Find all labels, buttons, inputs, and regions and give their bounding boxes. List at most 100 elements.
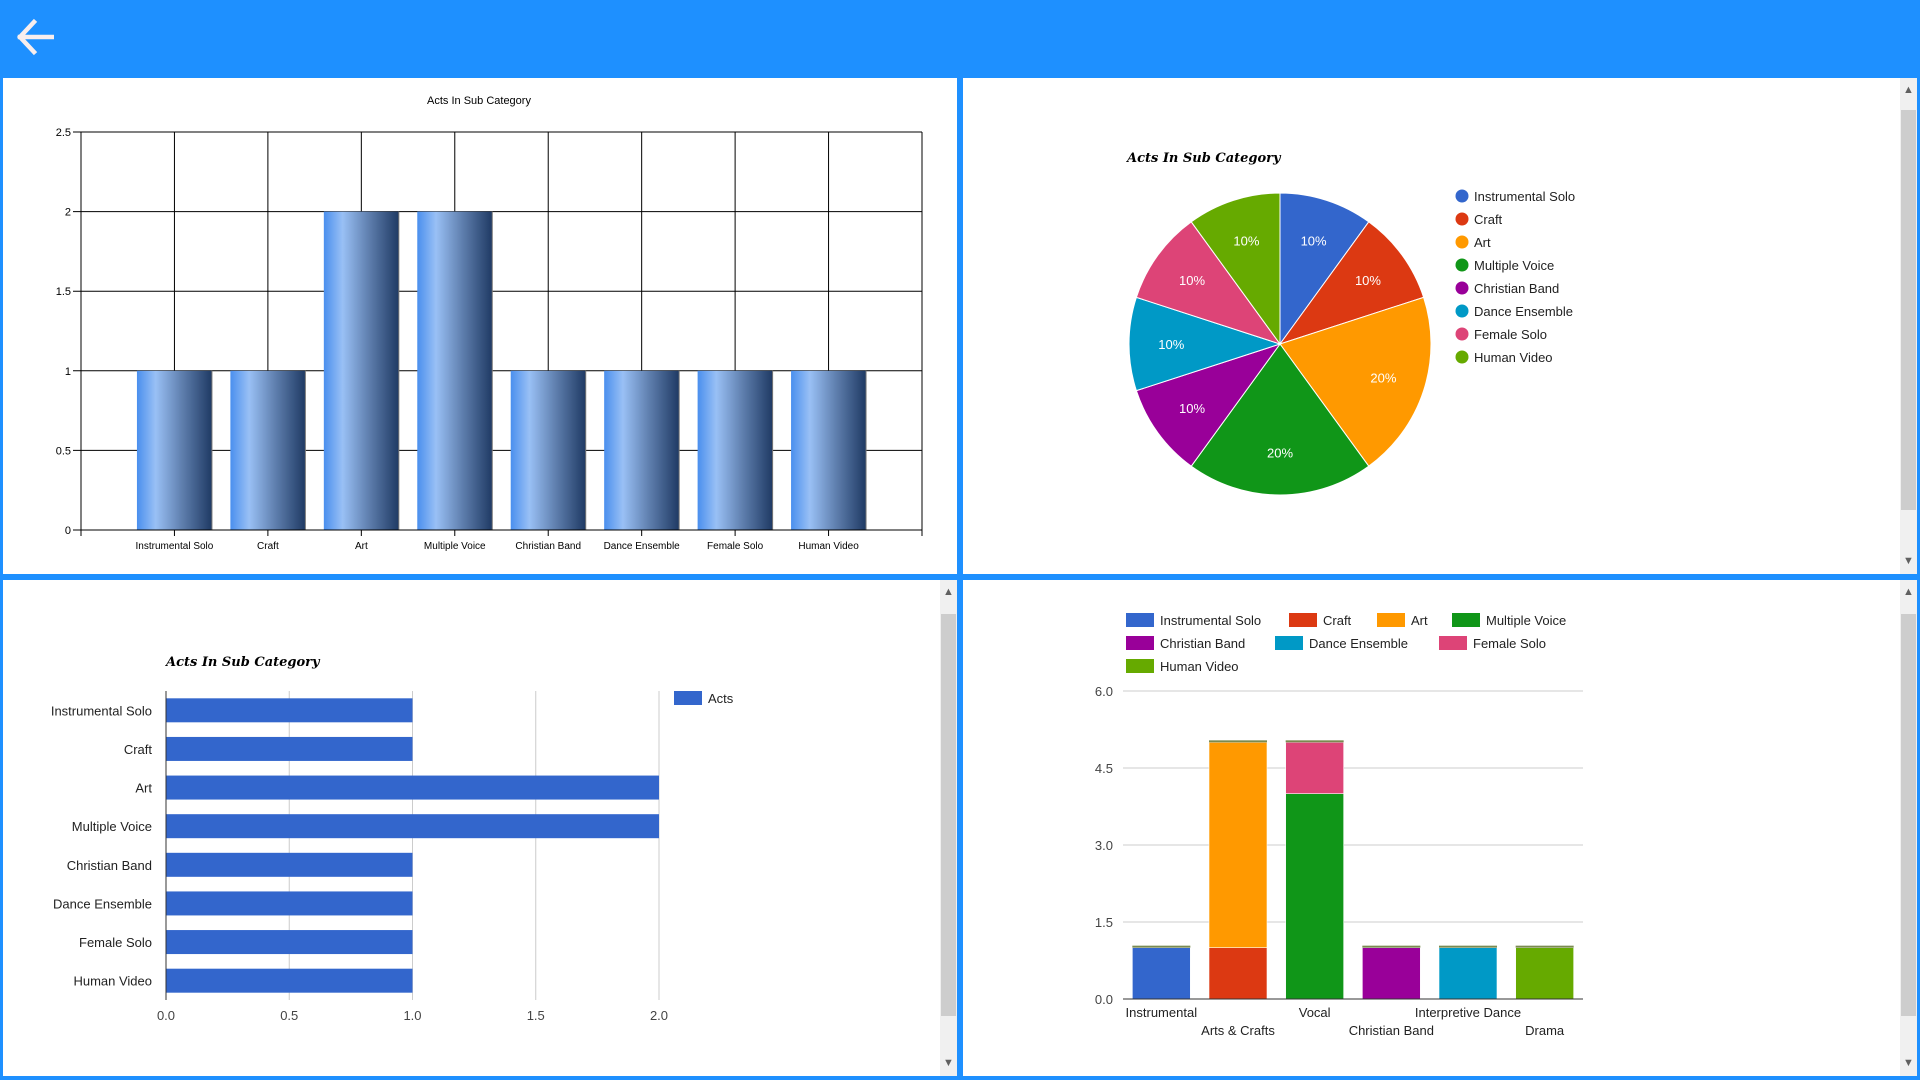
slice-label: 20%	[1370, 371, 1396, 386]
bar	[166, 814, 659, 839]
legend-label: Instrumental Solo	[1160, 613, 1261, 628]
x-tick-label: Christian Band	[515, 541, 581, 552]
bar	[791, 370, 867, 530]
scrollbar-thumb[interactable]	[1901, 110, 1916, 510]
legend-swatch	[674, 691, 702, 705]
bar-segment	[1438, 947, 1498, 1000]
bar-segment	[1208, 742, 1268, 948]
legend-swatch	[1377, 613, 1405, 627]
horizontal-bar-chart: Acts In Sub Category 0.0 0.5 1.0 1.5 2.0 Inst…	[51, 655, 734, 1023]
bar	[166, 698, 413, 723]
x-tick-label: 0.0	[157, 1008, 175, 1023]
slice-label: 10%	[1179, 401, 1205, 416]
x-tick-label: Human Video	[798, 541, 859, 552]
legend-label: Art	[1411, 613, 1428, 628]
y-tick-label: 3.0	[1095, 838, 1113, 853]
legend-label: Human Video	[1160, 659, 1239, 674]
y-tick-label: Dance Ensemble	[53, 896, 152, 911]
slice-label: 10%	[1355, 273, 1381, 288]
legend-marker	[1455, 350, 1469, 364]
legend-label: Instrumental Solo	[1474, 189, 1575, 204]
arrow-left-icon	[16, 18, 55, 56]
bar-cap	[1285, 740, 1344, 743]
slice-label: 10%	[1179, 273, 1205, 288]
bar-segment	[1208, 947, 1268, 1000]
x-tick-label: Female Solo	[707, 541, 764, 552]
legend-label: Christian Band	[1474, 281, 1559, 296]
back-button[interactable]	[14, 18, 55, 56]
y-tick-label: 0.5	[56, 445, 71, 457]
column-chart-panel: Acts In Sub Category 0 0.5 1 1.5 2 2.5 Instrum…	[3, 78, 957, 574]
scroll-down-icon[interactable]: ▼	[1900, 553, 1917, 570]
legend-swatch	[1126, 613, 1154, 627]
bar	[604, 370, 680, 530]
y-tick-label: Craft	[124, 742, 153, 757]
x-tick-label: Instrumental	[1126, 1005, 1198, 1020]
slice-label: 10%	[1301, 234, 1327, 249]
scrollbar-thumb[interactable]	[941, 614, 956, 1016]
x-tick-label: Dance Ensemble	[604, 541, 681, 552]
bar	[166, 930, 413, 955]
pie-chart: Acts In Sub Category 10% 10% 20% 20% 10% 10% 1…	[1125, 151, 1575, 496]
legend-swatch	[1289, 613, 1317, 627]
stacked-column-chart: Instrumental Solo Craft Art Multiple Voice C…	[1095, 613, 1583, 1038]
bar	[166, 736, 413, 761]
y-tick-label: Art	[135, 781, 152, 796]
x-tick-label: Art	[355, 541, 368, 552]
legend-marker	[1455, 235, 1469, 249]
y-tick-label: 2	[65, 207, 71, 219]
legend-swatch	[1275, 636, 1303, 650]
scroll-down-icon[interactable]: ▼	[1900, 1055, 1917, 1072]
scrollbar[interactable]: ▲ ▼	[940, 580, 957, 1076]
y-tick-label: 6.0	[1095, 684, 1113, 699]
legend-swatch	[1126, 636, 1154, 650]
bar	[417, 211, 493, 530]
legend-label: Art	[1474, 235, 1491, 250]
scrollbar[interactable]: ▲ ▼	[1900, 580, 1917, 1076]
x-tick-label: Interpretive Dance	[1415, 1005, 1521, 1020]
bar	[166, 891, 413, 916]
x-tick-label: Instrumental Solo	[136, 541, 214, 552]
legend-swatch	[1452, 613, 1480, 627]
legend-marker	[1455, 189, 1469, 203]
horizontal-bar-chart-panel: Acts In Sub Category 0.0 0.5 1.0 1.5 2.0 Inst…	[3, 580, 957, 1076]
x-tick-label: Vocal	[1299, 1005, 1331, 1020]
legend-swatch	[1439, 636, 1467, 650]
bar	[697, 370, 773, 530]
bar-cap	[1362, 945, 1421, 948]
x-tick-label: 1.0	[403, 1008, 421, 1023]
scroll-down-icon[interactable]: ▼	[940, 1055, 957, 1072]
x-tick-label: 0.5	[280, 1008, 298, 1023]
y-tick-label: 4.5	[1095, 761, 1113, 776]
legend-marker	[1455, 304, 1469, 318]
x-tick-label: Craft	[257, 541, 279, 552]
y-tick-label: Instrumental Solo	[51, 703, 152, 718]
x-tick-label: Arts & Crafts	[1201, 1023, 1275, 1038]
chart-title: Acts In Sub Category	[1125, 151, 1282, 166]
chart-title: Acts In Sub Category	[164, 655, 321, 670]
legend-label: Female Solo	[1473, 636, 1546, 651]
slice-label: 10%	[1233, 234, 1259, 249]
bar	[166, 775, 659, 800]
bar	[166, 852, 413, 877]
y-tick-label: 1	[65, 366, 71, 378]
scroll-up-icon[interactable]: ▲	[1900, 82, 1917, 99]
scroll-up-icon[interactable]: ▲	[940, 584, 957, 601]
bar-cap	[1439, 945, 1497, 948]
slice-label: 10%	[1158, 337, 1184, 352]
bar	[136, 370, 212, 530]
legend-marker	[1455, 212, 1469, 226]
y-tick-label: 2.5	[56, 127, 71, 139]
y-tick-label: 0	[65, 525, 71, 537]
x-tick-label: Multiple Voice	[424, 541, 486, 552]
bar	[323, 211, 399, 530]
scroll-up-icon[interactable]: ▲	[1900, 584, 1917, 601]
y-tick-label: 0.0	[1095, 992, 1113, 1007]
legend-marker	[1455, 258, 1469, 272]
legend-label: Christian Band	[1160, 636, 1245, 651]
scrollbar-thumb[interactable]	[1901, 614, 1916, 1016]
x-tick-label: Drama	[1525, 1023, 1565, 1038]
scrollbar[interactable]: ▲ ▼	[1900, 78, 1917, 574]
bar-cap	[1132, 945, 1191, 948]
legend-swatch	[1126, 659, 1154, 673]
